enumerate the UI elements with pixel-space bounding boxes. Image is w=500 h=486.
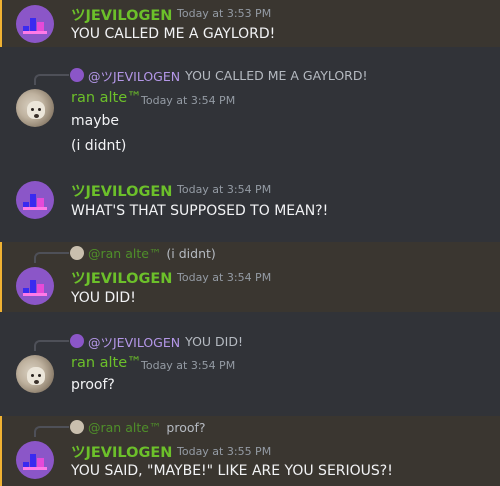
- message-text: YOU DID!: [71, 290, 136, 306]
- avatar[interactable]: [16, 441, 54, 479]
- reply-text[interactable]: YOU DID!: [185, 334, 243, 349]
- message-text: maybe: [71, 113, 120, 129]
- message[interactable]: ツJEVILOGEN Today at 3:54 PM WHAT'S THAT …: [0, 176, 500, 236]
- message-text: WHAT'S THAT SUPPOSED TO MEAN?!: [71, 203, 329, 219]
- timestamp: Today at 3:54 PM: [177, 271, 272, 284]
- reply-spine: [34, 340, 69, 351]
- dog-eye: [31, 108, 34, 111]
- reply-avatar: [70, 334, 84, 348]
- dog-eye: [38, 374, 41, 377]
- avatar[interactable]: [16, 181, 54, 219]
- avatar[interactable]: [16, 5, 54, 43]
- username[interactable]: ran alte™: [71, 355, 142, 371]
- dog-nose: [34, 380, 39, 384]
- avatar[interactable]: [16, 355, 54, 393]
- message-text: proof?: [71, 377, 115, 393]
- reply-username[interactable]: @ツJEVILOGEN: [88, 332, 180, 351]
- jevilogen-logo-icon: [23, 454, 47, 470]
- dog-eye: [31, 374, 34, 377]
- avatar[interactable]: [16, 267, 54, 305]
- reply-spine: [34, 74, 69, 85]
- username[interactable]: ツJEVILOGEN: [71, 4, 172, 25]
- reply-avatar: [70, 246, 84, 260]
- timestamp: Today at 3:54 PM: [141, 359, 236, 372]
- timestamp: Today at 3:54 PM: [141, 94, 236, 107]
- reply-preview[interactable]: @ran alte™ proof?: [70, 419, 206, 435]
- reply-avatar: [70, 420, 84, 434]
- username[interactable]: ツJEVILOGEN: [71, 441, 172, 462]
- timestamp: Today at 3:55 PM: [177, 445, 272, 458]
- message[interactable]: @ツJEVILOGEN YOU DID! ran alte™ Today at …: [0, 330, 500, 405]
- username[interactable]: ツJEVILOGEN: [71, 180, 172, 201]
- jevilogen-logo-icon: [23, 18, 47, 34]
- dog-nose: [34, 114, 39, 118]
- message[interactable]: ツJEVILOGEN Today at 3:53 PM YOU CALLED M…: [0, 0, 500, 47]
- jevilogen-logo-icon: [23, 280, 47, 296]
- reply-username[interactable]: @ツJEVILOGEN: [88, 66, 180, 85]
- reply-username[interactable]: @ran alte™: [88, 420, 161, 435]
- reply-username[interactable]: @ran alte™: [88, 246, 161, 261]
- dog-eye: [38, 108, 41, 111]
- reply-spine: [34, 252, 69, 263]
- message-text: YOU SAID, "MAYBE!" LIKE ARE YOU SERIOUS?…: [71, 463, 393, 479]
- avatar[interactable]: [16, 89, 54, 127]
- reply-text[interactable]: YOU CALLED ME A GAYLORD!: [185, 68, 367, 83]
- reply-text[interactable]: proof?: [166, 420, 205, 435]
- message[interactable]: @ツJEVILOGEN YOU CALLED ME A GAYLORD! ran…: [0, 64, 500, 164]
- timestamp: Today at 3:53 PM: [177, 7, 272, 20]
- reply-preview[interactable]: @ツJEVILOGEN YOU CALLED ME A GAYLORD!: [70, 66, 368, 85]
- reply-text[interactable]: (i didnt): [166, 246, 215, 261]
- reply-avatar: [70, 68, 84, 82]
- timestamp: Today at 3:54 PM: [177, 183, 272, 196]
- message-text: (i didnt): [71, 138, 127, 154]
- message[interactable]: @ran alte™ proof? ツJEVILOGEN Today at 3:…: [0, 416, 500, 486]
- message[interactable]: @ran alte™ (i didnt) ツJEVILOGEN Today at…: [0, 242, 500, 312]
- username[interactable]: ツJEVILOGEN: [71, 267, 172, 288]
- reply-spine: [34, 426, 69, 437]
- username[interactable]: ran alte™: [71, 90, 142, 106]
- jevilogen-logo-icon: [23, 194, 47, 210]
- reply-preview[interactable]: @ran alte™ (i didnt): [70, 245, 216, 261]
- reply-preview[interactable]: @ツJEVILOGEN YOU DID!: [70, 332, 243, 351]
- message-text: YOU CALLED ME A GAYLORD!: [71, 26, 276, 42]
